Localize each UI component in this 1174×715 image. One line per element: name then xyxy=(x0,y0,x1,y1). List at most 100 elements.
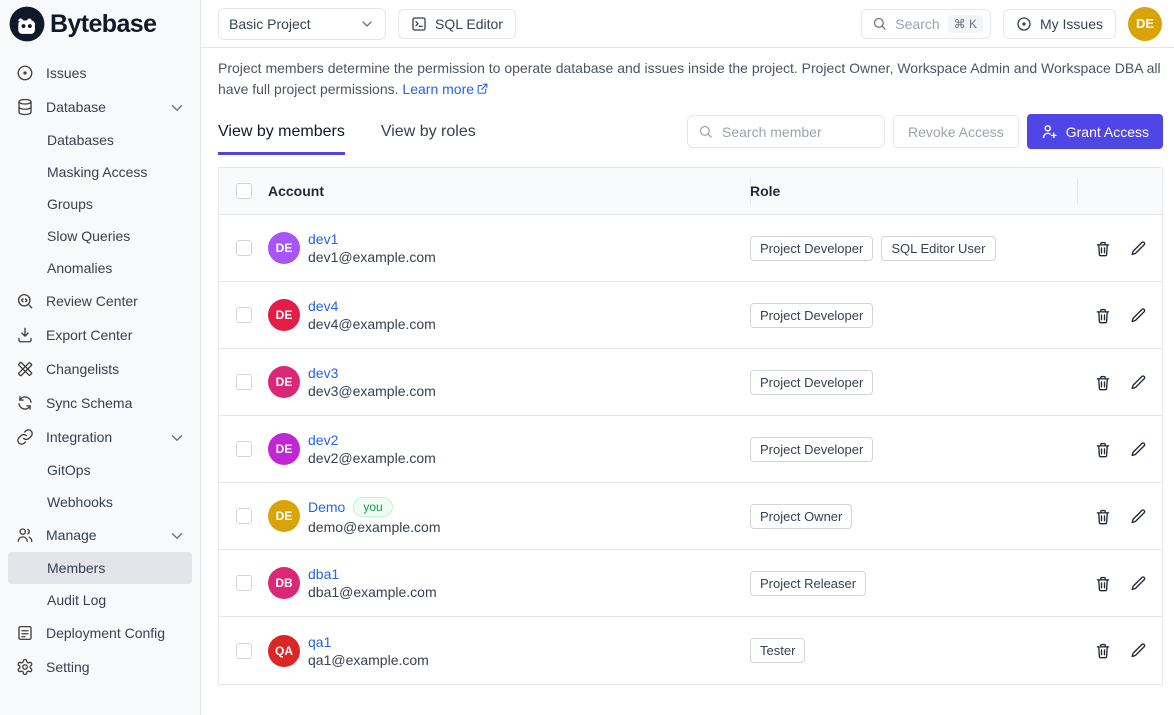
delete-member-button[interactable] xyxy=(1094,307,1111,324)
sidebar-item-database[interactable]: Database xyxy=(8,90,192,124)
delete-member-button[interactable] xyxy=(1094,374,1111,391)
sidebar-item-label: Setting xyxy=(46,659,90,675)
column-divider xyxy=(1077,178,1078,204)
avatar: DE xyxy=(268,232,300,264)
account-cell: DE Demo you demo@example.com xyxy=(268,497,750,535)
revoke-access-button[interactable]: Revoke Access xyxy=(893,115,1019,148)
delete-member-button[interactable] xyxy=(1094,642,1111,659)
edit-member-button[interactable] xyxy=(1129,374,1146,391)
account-cell: DB dba1 dba1@example.com xyxy=(268,566,750,600)
my-issues-button[interactable]: My Issues xyxy=(1003,9,1116,39)
sidebar-item-setting[interactable]: Setting xyxy=(8,650,192,684)
sidebar-item-slow-queries[interactable]: Slow Queries xyxy=(8,220,192,252)
sidebar-item-changelists[interactable]: Changelists xyxy=(8,352,192,386)
member-name-link[interactable]: dev2 xyxy=(308,432,338,448)
tab-view-by-members[interactable]: View by members xyxy=(218,123,345,155)
sidebar-item-deployment-config[interactable]: Deployment Config xyxy=(8,616,192,650)
member-name-link[interactable]: dev4 xyxy=(308,298,338,314)
actions-cell xyxy=(1077,550,1162,616)
member-search-box xyxy=(687,115,885,148)
role-cell: Project DeveloperSQL Editor User xyxy=(750,215,1077,281)
refresh-icon xyxy=(16,394,34,412)
sidebar-item-audit-log[interactable]: Audit Log xyxy=(8,584,192,616)
role-column-label: Role xyxy=(750,183,780,199)
member-name-link[interactable]: dev1 xyxy=(308,231,338,247)
delete-member-button[interactable] xyxy=(1094,508,1111,525)
role-badge: SQL Editor User xyxy=(881,236,995,261)
learn-more-link[interactable]: Learn more xyxy=(402,81,489,97)
sidebar-item-review-center[interactable]: Review Center xyxy=(8,284,192,318)
sidebar-item-integration[interactable]: Integration xyxy=(8,420,192,454)
sidebar-item-gitops[interactable]: GitOps xyxy=(8,454,192,486)
row-checkbox[interactable] xyxy=(236,240,252,256)
edit-member-button[interactable] xyxy=(1129,441,1146,458)
select-all-checkbox[interactable] xyxy=(236,183,252,199)
actions-column-header xyxy=(1077,168,1162,214)
row-checkbox-cell xyxy=(219,307,268,323)
trash-icon xyxy=(1094,374,1111,392)
link-icon xyxy=(16,428,34,446)
main-column: Basic Project SQL Editor Search ⌘ K xyxy=(201,0,1174,715)
sidebar-item-label: GitOps xyxy=(47,462,91,478)
row-checkbox[interactable] xyxy=(236,643,252,659)
sidebar-item-export-center[interactable]: Export Center xyxy=(8,318,192,352)
trash-icon xyxy=(1094,642,1111,660)
edit-member-button[interactable] xyxy=(1129,575,1146,592)
actions-cell xyxy=(1077,483,1162,549)
row-checkbox[interactable] xyxy=(236,575,252,591)
sidebar-item-databases[interactable]: Databases xyxy=(8,124,192,156)
member-search-input[interactable] xyxy=(720,123,874,141)
sidebar-item-manage[interactable]: Manage xyxy=(8,518,192,552)
row-checkbox-cell xyxy=(219,441,268,457)
edit-member-button[interactable] xyxy=(1129,642,1146,659)
row-checkbox[interactable] xyxy=(236,508,252,524)
tab-view-by-roles[interactable]: View by roles xyxy=(381,123,476,155)
sidebar-item-label: Anomalies xyxy=(47,260,112,276)
sidebar-item-webhooks[interactable]: Webhooks xyxy=(8,486,192,518)
sidebar-item-anomalies[interactable]: Anomalies xyxy=(8,252,192,284)
sidebar-item-issues[interactable]: Issues xyxy=(8,56,192,90)
edit-member-button[interactable] xyxy=(1129,307,1146,324)
member-name-link[interactable]: Demo xyxy=(308,499,345,515)
grant-access-button[interactable]: Grant Access xyxy=(1027,114,1163,149)
sql-editor-button[interactable]: SQL Editor xyxy=(398,9,516,39)
member-name-link[interactable]: dev3 xyxy=(308,365,338,381)
sidebar-item-masking-access[interactable]: Masking Access xyxy=(8,156,192,188)
pencil-icon xyxy=(1129,374,1146,392)
sidebar-item-sync-schema[interactable]: Sync Schema xyxy=(8,386,192,420)
sidebar-item-members[interactable]: Members xyxy=(8,552,192,584)
edit-member-button[interactable] xyxy=(1129,508,1146,525)
edit-member-button[interactable] xyxy=(1129,240,1146,257)
member-name-link[interactable]: dba1 xyxy=(308,566,339,582)
avatar: DE xyxy=(268,500,300,532)
controls-row: View by members View by roles Revoke Acce… xyxy=(218,114,1163,155)
row-checkbox[interactable] xyxy=(236,441,252,457)
row-checkbox[interactable] xyxy=(236,374,252,390)
global-search-button[interactable]: Search ⌘ K xyxy=(861,9,991,39)
sidebar: Bytebase IssuesDatabaseDatabasesMasking … xyxy=(0,0,201,715)
learn-more-label: Learn more xyxy=(402,81,474,97)
delete-member-button[interactable] xyxy=(1094,240,1111,257)
account-cell: DE dev2 dev2@example.com xyxy=(268,432,750,466)
role-badge: Project Developer xyxy=(750,303,873,328)
table-row: DE dev1 dev1@example.com Project Develop… xyxy=(219,215,1162,282)
account-cell: DE dev3 dev3@example.com xyxy=(268,365,750,399)
sidebar-item-groups[interactable]: Groups xyxy=(8,188,192,220)
delete-member-button[interactable] xyxy=(1094,575,1111,592)
sql-editor-label: SQL Editor xyxy=(435,16,503,32)
role-cell: Project Developer xyxy=(750,349,1077,415)
role-badge: Project Developer xyxy=(750,370,873,395)
role-column-header: Role xyxy=(750,168,1077,214)
brand-logo[interactable]: Bytebase xyxy=(0,0,200,48)
project-select[interactable]: Basic Project xyxy=(218,8,386,40)
pencil-icon xyxy=(1129,642,1146,660)
actions-cell xyxy=(1077,282,1162,348)
avatar: DE xyxy=(268,366,300,398)
delete-member-button[interactable] xyxy=(1094,441,1111,458)
row-checkbox[interactable] xyxy=(236,307,252,323)
sidebar-item-label: Review Center xyxy=(46,293,138,309)
role-badge: Project Owner xyxy=(750,504,852,529)
user-avatar[interactable]: DE xyxy=(1128,7,1162,41)
row-checkbox-cell xyxy=(219,374,268,390)
member-name-link[interactable]: qa1 xyxy=(308,634,331,650)
